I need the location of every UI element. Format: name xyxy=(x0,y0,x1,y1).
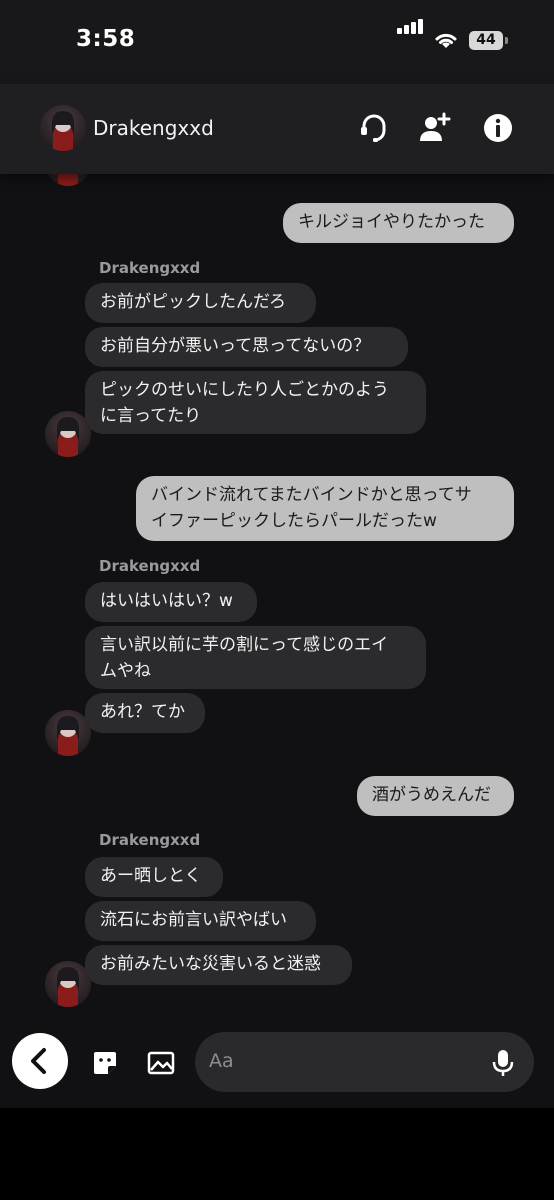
message-line: ムやね xyxy=(100,661,151,681)
message-line: イファーピックしたらパールだったw xyxy=(151,511,437,531)
status-time: 3:58 xyxy=(76,26,136,52)
sender-avatar[interactable] xyxy=(45,961,91,1007)
status-bar: 3:58 44 xyxy=(0,0,554,84)
sender-avatar[interactable] xyxy=(45,710,91,756)
outgoing-message[interactable]: 酒がうめえんだ xyxy=(357,776,514,816)
incoming-message[interactable]: はいはいはい？w xyxy=(85,582,257,622)
sender-name: Drakengxxd xyxy=(99,259,201,277)
incoming-message[interactable]: ピックのせいにしたり人ごとかのよう に言ってたり xyxy=(85,371,426,434)
battery-icon: 44 xyxy=(469,31,503,50)
outgoing-message[interactable]: バインド流れてまたバインドかと思ってサ イファーピックしたらパールだったw xyxy=(136,476,514,541)
info-icon[interactable] xyxy=(480,110,516,146)
message-line: 言い訳以前に芋の割にって感じのエイ xyxy=(100,635,389,655)
message-line: バインド流れてまたバインドかと思ってサ xyxy=(151,485,472,505)
incoming-message[interactable]: あー晒しとく xyxy=(85,857,223,897)
headset-icon[interactable] xyxy=(356,110,392,146)
incoming-message[interactable]: お前みたいな災害いると迷惑 xyxy=(85,945,352,985)
contact-name[interactable]: Drakengxxd xyxy=(93,116,214,140)
chevron-left-icon xyxy=(31,1048,46,1074)
incoming-message[interactable]: あれ？てか xyxy=(85,693,205,733)
composer-bar: Aa xyxy=(0,1030,554,1108)
sticker-icon[interactable] xyxy=(90,1048,120,1078)
battery-tip xyxy=(505,37,508,44)
message-line: に言ってたり xyxy=(100,406,202,426)
message-list[interactable]: キルジョイやりたかった Drakengxxd お前がピックしたんだろ お前自分が… xyxy=(0,174,554,1030)
incoming-message[interactable]: 言い訳以前に芋の割にって感じのエイ ムやね xyxy=(85,626,426,689)
message-line: ピックのせいにしたり人ごとかのよう xyxy=(100,380,389,400)
gallery-icon[interactable] xyxy=(146,1048,176,1078)
incoming-message[interactable]: お前がピックしたんだろ xyxy=(85,283,316,323)
home-indicator-area xyxy=(0,1108,554,1200)
add-person-icon[interactable] xyxy=(416,110,452,146)
wifi-icon xyxy=(435,33,457,48)
sender-name: Drakengxxd xyxy=(99,831,201,849)
incoming-message[interactable]: お前自分が悪いって思ってないの？ xyxy=(85,327,408,367)
back-button[interactable] xyxy=(12,1033,68,1089)
outgoing-message[interactable]: キルジョイやりたかった xyxy=(283,203,514,243)
sender-avatar[interactable] xyxy=(45,174,91,186)
incoming-message[interactable]: 流石にお前言い訳やばい xyxy=(85,901,316,941)
microphone-icon[interactable] xyxy=(491,1048,515,1078)
message-placeholder: Aa xyxy=(209,1050,234,1072)
chat-header: Drakengxxd xyxy=(0,84,554,174)
sender-name: Drakengxxd xyxy=(99,557,201,575)
message-input[interactable]: Aa xyxy=(195,1032,534,1092)
contact-avatar[interactable] xyxy=(40,105,86,151)
sender-avatar[interactable] xyxy=(45,411,91,457)
